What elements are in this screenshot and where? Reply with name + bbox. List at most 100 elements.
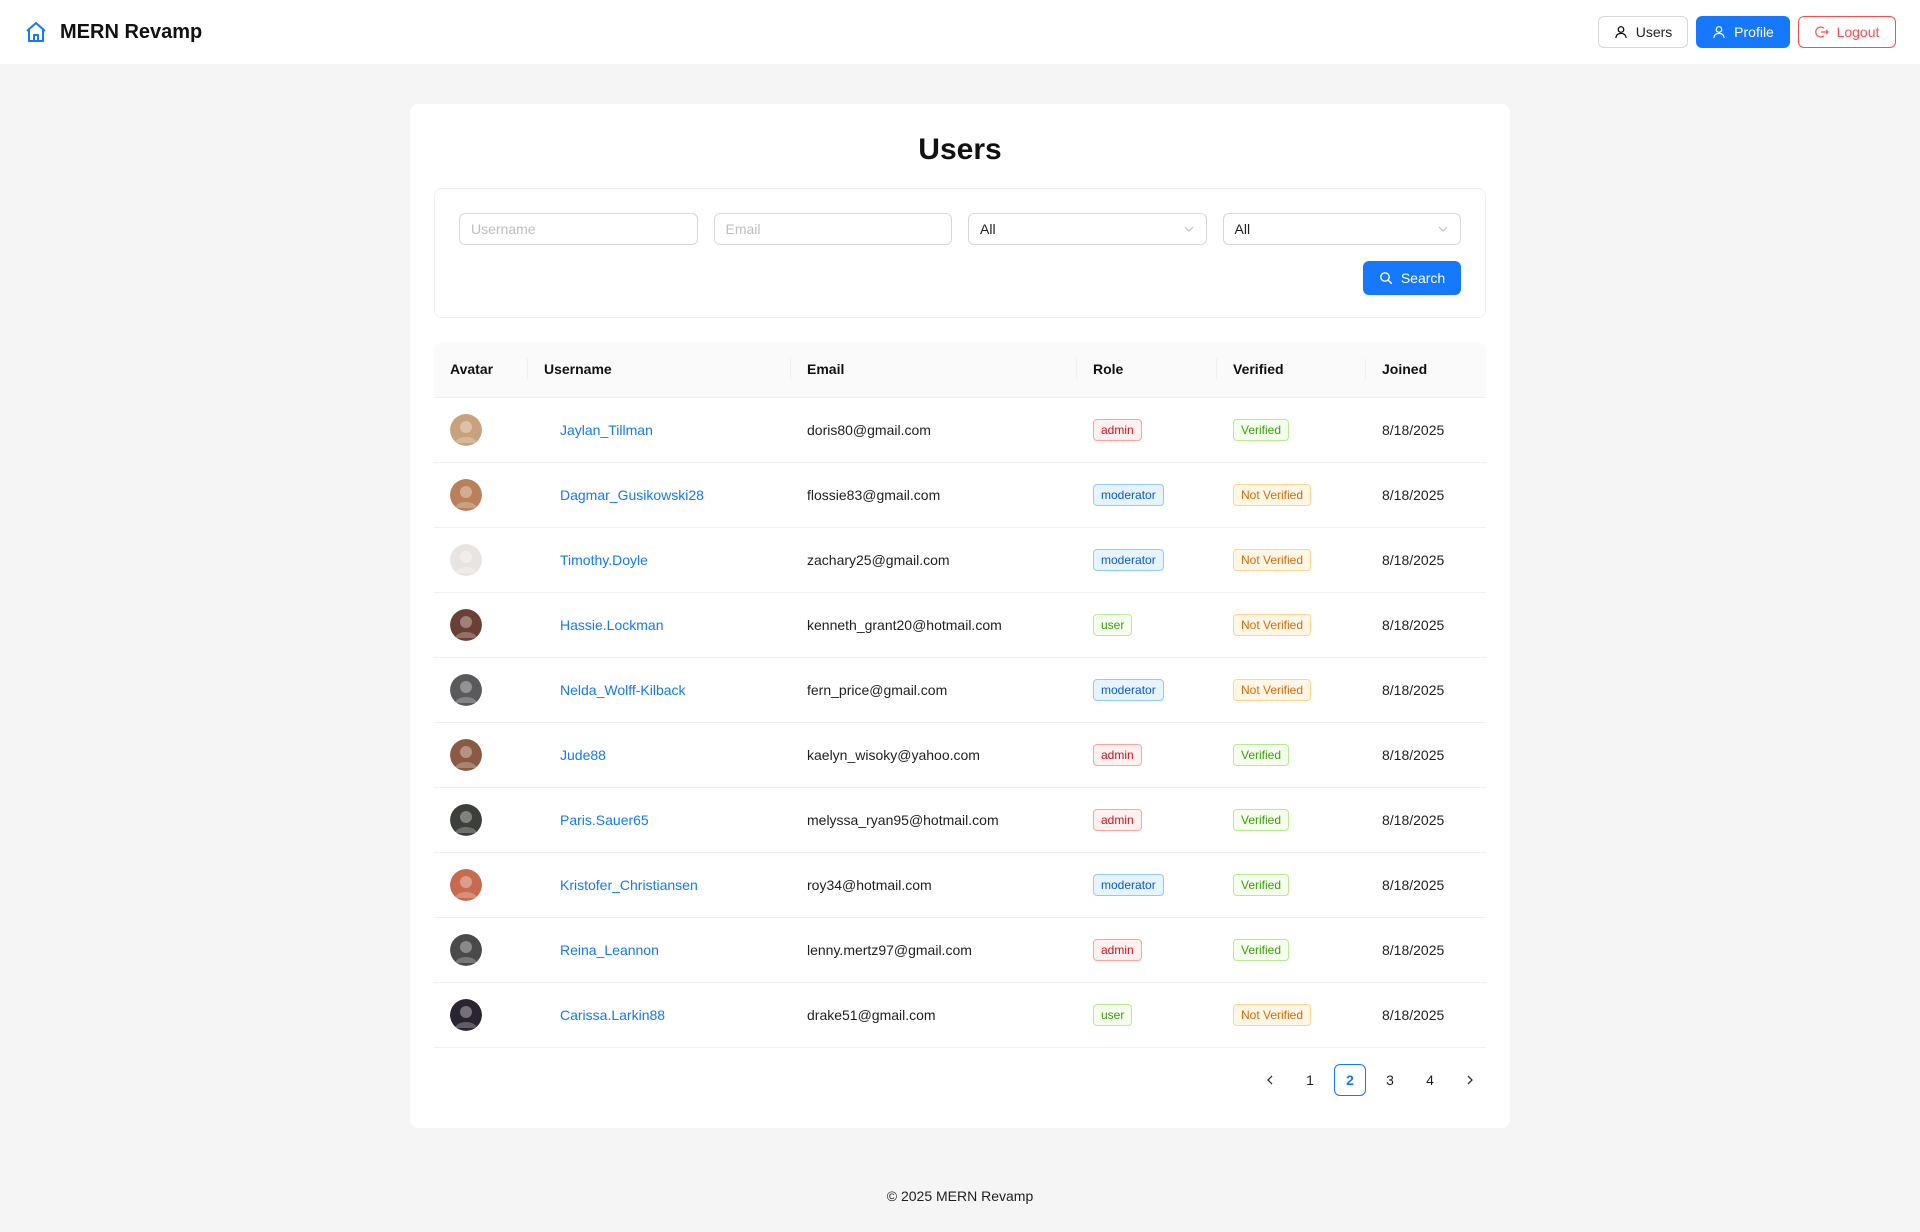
email-cell: flossie83@gmail.com	[791, 462, 1077, 528]
column-header-joined: Joined	[1366, 342, 1486, 398]
email-cell: zachary25@gmail.com	[791, 527, 1077, 593]
search-button[interactable]: Search	[1363, 261, 1461, 295]
username-cell: Carissa.Larkin88	[528, 982, 791, 1048]
column-header-email: Email	[791, 342, 1077, 398]
users-card: Users All All	[410, 104, 1510, 1128]
role-cell: moderator	[1077, 462, 1217, 528]
column-header-avatar: Avatar	[434, 342, 528, 398]
page-button-4[interactable]: 4	[1414, 1064, 1446, 1096]
table-header-row: Avatar Username Email Role Verified Join…	[434, 342, 1486, 398]
avatar-cell	[434, 982, 528, 1048]
user-icon	[1614, 25, 1628, 39]
username-link[interactable]: Hassie.Lockman	[544, 617, 664, 633]
verified-status-tag: Verified	[1233, 938, 1290, 961]
joined-cell: 8/18/2025	[1366, 592, 1486, 658]
username-cell: Kristofer_Christiansen	[528, 852, 791, 918]
role-filter-value: All	[980, 221, 996, 237]
avatar-cell	[434, 787, 528, 853]
table-row: Carissa.Larkin88 drake51@gmail.com user Not…	[434, 982, 1486, 1048]
email-cell: drake51@gmail.com	[791, 982, 1077, 1048]
table-row: Jaylan_Tillman doris80@gmail.com admin Veri…	[434, 397, 1486, 463]
role-cell: user	[1077, 592, 1217, 658]
page-button-1[interactable]: 1	[1294, 1064, 1326, 1096]
verified-status-tag: Not Verified	[1233, 678, 1312, 701]
avatar	[450, 673, 482, 706]
joined-cell: 8/18/2025	[1366, 657, 1486, 723]
verified-filter-select[interactable]: All	[1222, 213, 1461, 245]
search-button-label: Search	[1400, 270, 1446, 286]
avatar	[450, 803, 482, 836]
avatar-cell	[434, 917, 528, 983]
table-row: Hassie.Lockman kenneth_grant20@hotmail.co…	[434, 592, 1486, 658]
username-link[interactable]: Dagmar_Gusikowski28	[544, 487, 704, 503]
verified-filter-value: All	[1234, 221, 1251, 237]
logout-button[interactable]: Logout	[1798, 16, 1896, 48]
page-button-3[interactable]: 3	[1374, 1064, 1406, 1096]
username-cell: Jude88	[528, 722, 791, 788]
verified-status-tag: Verified	[1233, 743, 1290, 766]
avatar	[450, 868, 482, 901]
username-cell: Reina_Leannon	[528, 917, 791, 983]
verified-cell: Verified	[1217, 397, 1366, 463]
profile-button[interactable]: Profile	[1696, 16, 1790, 48]
verified-cell: Not Verified	[1217, 527, 1366, 593]
email-cell: kaelyn_wisoky@yahoo.com	[791, 722, 1077, 788]
verified-status-tag: Verified	[1233, 873, 1290, 896]
email-filter-input[interactable]	[713, 213, 952, 245]
username-link[interactable]: Kristofer_Christiansen	[544, 877, 698, 893]
username-link[interactable]: Jude88	[544, 747, 606, 763]
table-row: Jude88 kaelyn_wisoky@yahoo.com admin Verifi…	[434, 722, 1486, 788]
page-button-2[interactable]: 2	[1334, 1063, 1366, 1096]
email-cell: lenny.mertz97@gmail.com	[791, 917, 1077, 983]
role-tag: admin	[1093, 418, 1142, 441]
pagination: 1 2 3 4	[434, 1063, 1486, 1096]
footer-copyright: © 2025 MERN Revamp	[886, 1188, 1034, 1204]
user-icon	[1712, 25, 1726, 39]
top-nav: Users Profile Logout	[1598, 16, 1896, 48]
avatar	[450, 478, 482, 511]
next-page-button[interactable]	[1454, 1064, 1486, 1096]
username-link[interactable]: Reina_Leannon	[544, 942, 659, 958]
verified-cell: Verified	[1217, 787, 1366, 853]
chevron-right-icon	[1464, 1074, 1476, 1086]
role-cell: moderator	[1077, 657, 1217, 723]
username-cell: Timothy.Doyle	[528, 527, 791, 593]
verified-cell: Not Verified	[1217, 462, 1366, 528]
username-link[interactable]: Jaylan_Tillman	[544, 422, 653, 438]
role-tag: user	[1093, 613, 1133, 636]
username-filter-input[interactable]	[459, 213, 698, 245]
avatar-cell	[434, 722, 528, 788]
page-title: Users	[918, 133, 1002, 166]
verified-status-tag: Not Verified	[1233, 548, 1312, 571]
role-tag: admin	[1093, 743, 1142, 766]
previous-page-button[interactable]	[1254, 1064, 1286, 1096]
username-link[interactable]: Timothy.Doyle	[544, 552, 648, 568]
verified-status-tag: Verified	[1233, 418, 1290, 441]
username-cell: Jaylan_Tillman	[528, 397, 791, 463]
username-link[interactable]: Nelda_Wolff-Kilback	[544, 682, 686, 698]
role-filter-select[interactable]: All	[968, 213, 1207, 245]
avatar-cell	[434, 462, 528, 528]
brand[interactable]: MERN Revamp	[24, 20, 202, 44]
users-button[interactable]: Users	[1598, 16, 1688, 48]
home-icon[interactable]	[24, 20, 48, 44]
role-tag: moderator	[1093, 873, 1164, 896]
chevron-down-icon	[1437, 223, 1449, 235]
brand-title[interactable]: MERN Revamp	[60, 21, 202, 44]
verified-status-tag: Not Verified	[1233, 483, 1312, 506]
table-row: Nelda_Wolff-Kilback fern_price@gmail.com m…	[434, 657, 1486, 723]
avatar	[450, 413, 482, 446]
verified-status-tag: Verified	[1233, 808, 1290, 831]
username-cell: Paris.Sauer65	[528, 787, 791, 853]
username-link[interactable]: Carissa.Larkin88	[544, 1007, 665, 1023]
avatar	[450, 998, 482, 1031]
role-cell: admin	[1077, 397, 1217, 463]
logout-icon	[1814, 25, 1829, 39]
users-button-label: Users	[1635, 24, 1673, 40]
username-link[interactable]: Paris.Sauer65	[544, 812, 649, 828]
verified-status-tag: Not Verified	[1233, 613, 1312, 636]
avatar-cell	[434, 397, 528, 463]
table-row: Paris.Sauer65 melyssa_ryan95@hotmail.com a…	[434, 787, 1486, 853]
table-row: Dagmar_Gusikowski28 flossie83@gmail.com mo…	[434, 462, 1486, 528]
verified-cell: Verified	[1217, 852, 1366, 918]
